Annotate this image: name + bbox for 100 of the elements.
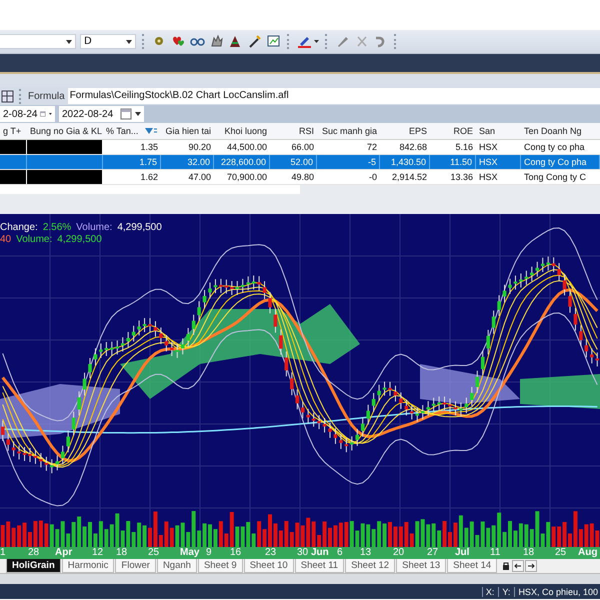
chart-window-icon[interactable] <box>266 34 281 49</box>
caret-icon[interactable] <box>126 40 132 44</box>
date-field[interactable]: 2-08-24 <box>0 106 55 122</box>
sort-icon[interactable] <box>144 126 158 136</box>
caret-icon[interactable] <box>135 112 141 116</box>
axis-label: May <box>180 547 200 559</box>
axis-label: 18 <box>523 547 534 559</box>
interval-dropdown[interactable]: D <box>80 34 136 49</box>
axis-label: 9 <box>206 547 212 559</box>
sheet-tab[interactable]: Flower <box>115 559 156 573</box>
chart-legend-text: 4,299,500 <box>57 234 102 246</box>
column-header[interactable]: EPS <box>380 123 430 139</box>
table-cell-text: 5.16 <box>454 141 474 154</box>
status-text: Y: <box>498 586 510 596</box>
column-header[interactable]: Bung no Gia & KL <box>27 123 103 139</box>
axis-label: 28 <box>28 547 40 559</box>
axis-label: 27 <box>427 547 438 559</box>
formula-path-field[interactable]: Formulas\CeilingStock\B.02 Chart LocCanslim.afl <box>68 88 600 104</box>
table-cell-text: -0 <box>368 171 378 184</box>
chart-legend-text: Volume: <box>16 234 52 246</box>
sheet-tab[interactable]: Sheet 12 <box>345 559 396 573</box>
formula-label: Formula <box>28 90 65 102</box>
sheet-tab[interactable]: Nganh <box>156 559 197 573</box>
arrow-right-icon[interactable] <box>525 560 538 572</box>
sheet-tab[interactable]: HoliGrain <box>6 559 61 573</box>
table-cell-text: 44,500.00 <box>226 141 268 154</box>
lock-icon[interactable] <box>501 561 512 571</box>
axis-label: Apr <box>55 547 72 559</box>
sheet-tab[interactable]: Sheet 11 <box>294 559 344 573</box>
table-cell: 1.75 <box>103 155 161 169</box>
table-cell-text: HSX <box>478 141 499 154</box>
column-header[interactable]: g T+ <box>0 123 27 139</box>
axis-label: 6 <box>337 547 343 559</box>
axis-label: Aug <box>578 547 598 559</box>
table-cell-text: 1.62 <box>139 171 159 184</box>
sheet-tab[interactable]: Sheet 9 <box>198 559 243 573</box>
table-cell-text: 66.00 <box>290 141 315 154</box>
table-cell-text: HSX <box>478 171 499 184</box>
arrow-left-icon[interactable] <box>512 560 524 572</box>
caret-icon[interactable] <box>49 112 52 116</box>
axis-label: 16 <box>230 547 242 559</box>
column-header[interactable]: % Tan... <box>106 123 138 139</box>
axis-label: 18 <box>116 547 128 559</box>
sheet-tab[interactable]: Harmonic <box>62 559 114 573</box>
axis-label: 12 <box>92 547 104 559</box>
caret-icon[interactable] <box>66 40 72 44</box>
column-header[interactable]: Gia hien tai <box>161 123 214 139</box>
chart-legend-text: 2.56% <box>42 222 72 234</box>
table-cell: Cong ty Co pha <box>521 155 600 169</box>
hearts-icon[interactable] <box>171 34 186 49</box>
table-cell: HSX <box>476 155 521 169</box>
chart-legend-text: 4,299,500 <box>117 222 162 234</box>
column-header[interactable]: Ten Doanh Ng <box>521 123 600 139</box>
table-cell: 52.00 <box>270 155 317 169</box>
axis-label: Jun <box>311 547 329 559</box>
table-cell: -5 <box>317 155 380 169</box>
axis-label: 1 <box>0 547 6 559</box>
status-text: HSX, Co phieu, 100 <box>514 586 598 596</box>
axis-label: 25 <box>148 547 160 559</box>
grid-icon[interactable] <box>1 90 14 102</box>
table-row[interactable]: 1.75 32.00 228,600.00 52.00 -5 1,430.50 11.50 HSX Cong ty Co pha <box>0 155 600 170</box>
axis-label: Jul <box>455 547 470 559</box>
table-cell-text: Cong ty co pha <box>523 141 586 154</box>
axis-label: 23 <box>265 547 276 559</box>
wand-icon[interactable] <box>247 34 262 49</box>
column-header[interactable]: RSI <box>270 123 317 139</box>
table-cell: 1,430.50 <box>380 155 430 169</box>
chart-legend-text: Volume: <box>76 222 112 234</box>
axis-label: 30 <box>297 547 308 559</box>
axis-label: 11 <box>490 547 500 559</box>
sheet-tab[interactable]: Sheet 14 <box>447 559 498 573</box>
axis-label: 25 <box>555 547 566 559</box>
chart-legend-text: Change: <box>0 222 38 234</box>
chart-legend-text: 40 <box>0 234 12 246</box>
table-cell-text: 49.80 <box>290 171 315 184</box>
table-cell-text: Tong Cong ty C <box>523 171 588 184</box>
pen-color-icon[interactable] <box>297 34 319 49</box>
calendar-icon[interactable] <box>120 108 132 120</box>
table-cell: 32.00 <box>161 155 214 169</box>
table-cell: 11.50 <box>430 155 476 169</box>
column-header[interactable]: ROE <box>430 123 476 139</box>
pencil-icon[interactable] <box>335 34 350 49</box>
table-cell-text: 2,914.52 <box>390 171 428 184</box>
status-text: X: <box>482 586 494 596</box>
table-cell-text: 70,900.00 <box>226 171 268 184</box>
axis-label: 20 <box>393 547 404 559</box>
table-cell-text: 13.36 <box>449 171 474 184</box>
table-cell-text: 842.68 <box>398 141 428 154</box>
sheet-tab[interactable]: Sheet 13 <box>396 559 446 573</box>
column-header[interactable]: Khoi luong <box>214 123 270 139</box>
table-cell: 228,600.00 <box>214 155 270 169</box>
sheet-tab[interactable]: Sheet 10 <box>244 559 294 573</box>
table-cell-text: 90.20 <box>187 141 212 154</box>
column-header[interactable]: San <box>476 123 521 139</box>
table-cell-text: 47.00 <box>187 171 212 184</box>
column-header[interactable]: Suc manh gia <box>317 123 380 139</box>
table-cell-text: 1.35 <box>139 141 159 154</box>
axis-label: 13 <box>360 547 372 559</box>
table-cell-text: 72 <box>366 141 378 154</box>
date-field[interactable]: 2022-08-24 <box>59 106 144 122</box>
